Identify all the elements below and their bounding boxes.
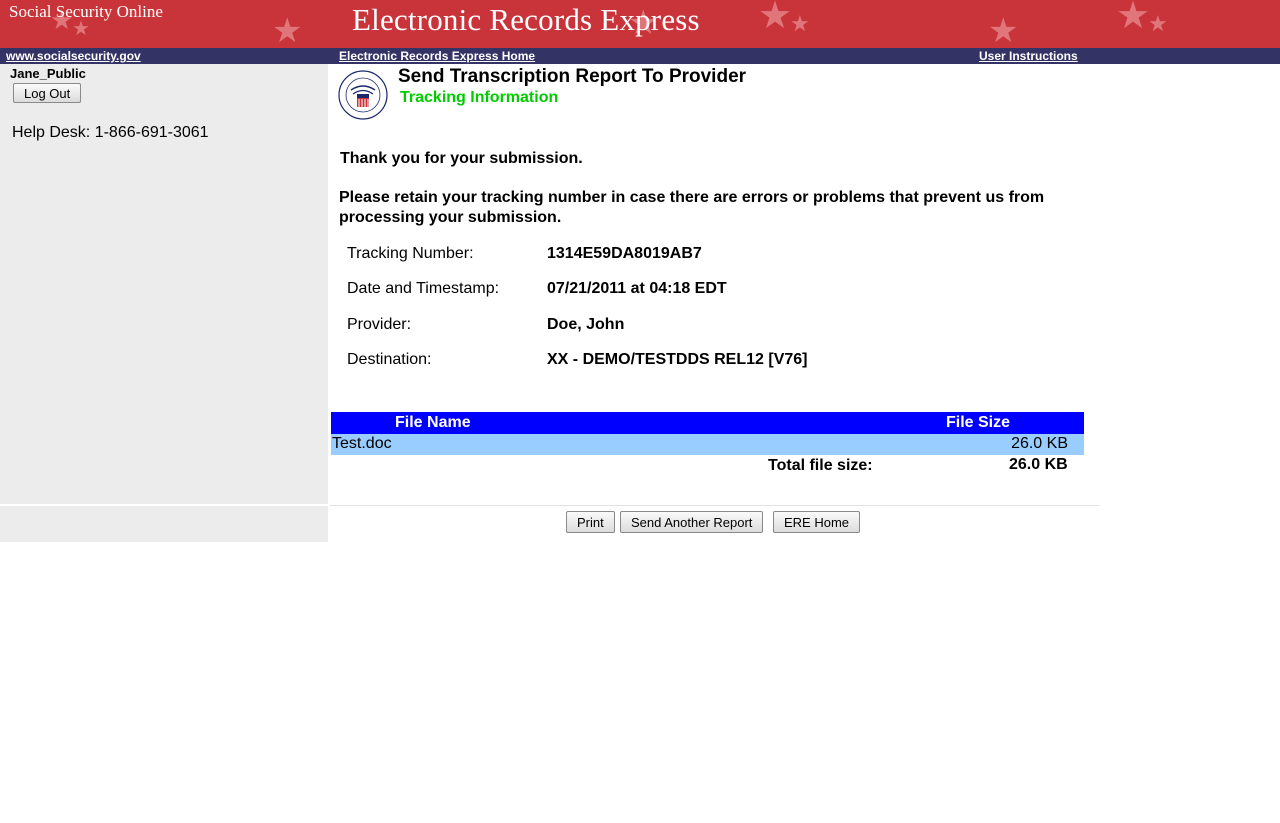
header-banner: ★ ★ ★ ★ ★ ★ ★ ★ ★ Social Security Online… [0,0,1280,48]
star-decoration-icon: ★ [988,11,1019,48]
banner-title: Electronic Records Express [352,2,700,37]
files-table-header: File Name File Size [331,412,1084,434]
divider [330,505,1099,506]
table-row: Test.doc 26.0 KB [331,434,1084,455]
send-another-report-button[interactable]: Send Another Report [620,511,764,533]
retain-message: Please retain your tracking number in ca… [339,189,1045,226]
file-size-cell: 26.0 KB [1011,435,1068,452]
tracking-number-label: Tracking Number: [347,245,474,262]
user-instructions-link[interactable]: User Instructions [979,49,1078,63]
total-file-size-label: Total file size: [768,457,873,474]
files-table: File Name File Size Test.doc 26.0 KB [331,412,1084,455]
total-file-size-value: 26.0 KB [1009,456,1068,473]
helpdesk-phone: Help Desk: 1-866-691-3061 [12,124,209,141]
destination-value: XX - DEMO/TESTDDS REL12 [V76] [547,351,808,368]
star-decoration-icon: ★ [272,11,303,48]
sidebar: Jane_Public Log Out Help Desk: 1-866-691… [0,64,328,504]
timestamp-label: Date and Timestamp: [347,280,500,297]
user-name: Jane_Public [10,66,86,81]
provider-label: Provider: [347,316,412,333]
logout-button[interactable]: Log Out [13,83,82,103]
file-name-header: File Name [395,414,471,431]
nav-bar: www.socialsecurity.gov Electronic Record… [0,48,1280,64]
provider-value: Doe, John [547,316,625,333]
site-name: Social Security Online [9,2,163,21]
star-decoration-icon: ★ [758,0,793,37]
timestamp-value: 07/21/2011 at 04:18 EDT [547,280,727,297]
page-subtitle: Tracking Information [400,89,559,106]
ssa-seal-icon [338,70,388,120]
print-button[interactable]: Print [566,511,615,533]
star-decoration-icon: ★ [1116,0,1151,37]
page-title: Send Transcription Report To Provider [398,66,747,87]
star-decoration-icon: ★ [1148,12,1168,37]
file-size-header: File Size [946,414,1011,431]
ere-home-button[interactable]: ERE Home [773,511,861,533]
ssa-link[interactable]: www.socialsecurity.gov [6,49,141,63]
ere-home-link[interactable]: Electronic Records Express Home [339,49,535,63]
tracking-number-value: 1314E59DA8019AB7 [547,245,702,262]
sidebar-footer [0,506,328,542]
thanks-message: Thank you for your submission. [340,150,583,167]
star-decoration-icon: ★ [790,12,810,37]
destination-label: Destination: [347,351,432,368]
file-name-cell: Test.doc [332,435,392,452]
